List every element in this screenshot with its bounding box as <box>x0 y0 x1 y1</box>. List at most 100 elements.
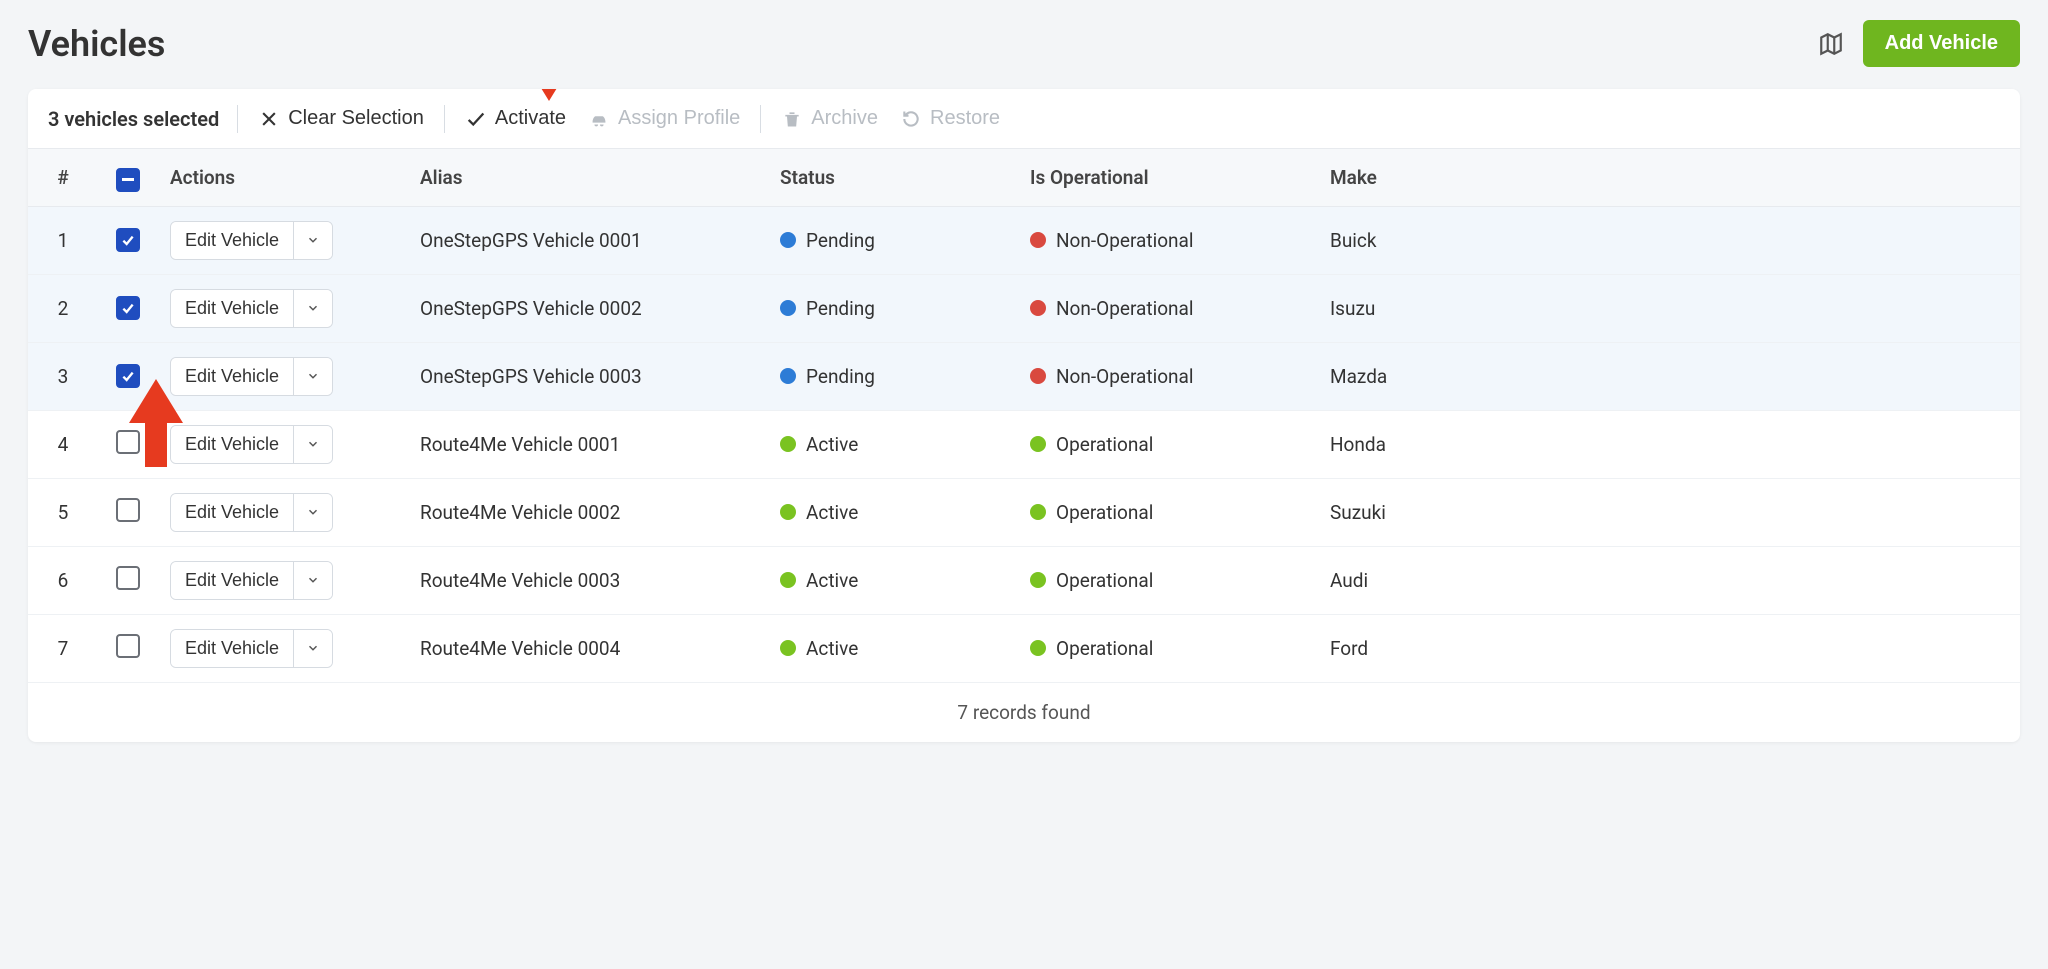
row-make: Ford <box>1318 614 2020 682</box>
select-all-checkbox[interactable] <box>116 168 140 192</box>
status-text: Pending <box>806 297 875 320</box>
status-dot-icon <box>780 368 796 384</box>
row-make: Mazda <box>1318 342 2020 410</box>
row-operational: Non-Operational <box>1018 206 1318 274</box>
col-checkbox <box>98 149 158 206</box>
edit-vehicle-dropdown[interactable] <box>293 630 332 667</box>
row-operational: Operational <box>1018 410 1318 478</box>
row-checkbox[interactable] <box>116 566 140 590</box>
chevron-down-icon <box>306 369 320 383</box>
edit-vehicle-group: Edit Vehicle <box>170 357 333 396</box>
edit-vehicle-button[interactable]: Edit Vehicle <box>171 290 293 327</box>
restore-icon <box>900 108 922 130</box>
edit-vehicle-group: Edit Vehicle <box>170 561 333 600</box>
edit-vehicle-button[interactable]: Edit Vehicle <box>171 426 293 463</box>
restore-label: Restore <box>930 107 1000 130</box>
edit-vehicle-group: Edit Vehicle <box>170 221 333 260</box>
edit-vehicle-dropdown[interactable] <box>293 494 332 531</box>
row-checkbox[interactable] <box>116 634 140 658</box>
edit-vehicle-dropdown[interactable] <box>293 358 332 395</box>
row-operational: Operational <box>1018 478 1318 546</box>
page-title: Vehicles <box>28 23 165 65</box>
selection-count: 3 vehicles selected <box>48 107 219 131</box>
map-icon[interactable] <box>1817 30 1845 58</box>
operational-text: Non-Operational <box>1056 297 1193 320</box>
table-row: 6Edit VehicleRoute4Me Vehicle 0003Active… <box>28 546 2020 614</box>
operational-text: Operational <box>1056 501 1153 524</box>
row-actions: Edit Vehicle <box>158 546 408 614</box>
table-row: 7Edit VehicleRoute4Me Vehicle 0004Active… <box>28 614 2020 682</box>
row-status: Active <box>768 614 1018 682</box>
operational-dot-icon <box>1030 368 1046 384</box>
clear-selection-button[interactable]: Clear Selection <box>256 103 426 134</box>
status-text: Pending <box>806 229 875 252</box>
row-alias: OneStepGPS Vehicle 0002 <box>408 274 768 342</box>
edit-vehicle-dropdown[interactable] <box>293 562 332 599</box>
status-dot-icon <box>780 504 796 520</box>
status-text: Active <box>806 501 858 524</box>
separator <box>444 105 445 133</box>
row-actions: Edit Vehicle <box>158 274 408 342</box>
operational-dot-icon <box>1030 232 1046 248</box>
row-alias: Route4Me Vehicle 0003 <box>408 546 768 614</box>
archive-label: Archive <box>811 107 878 130</box>
assign-profile-button[interactable]: Assign Profile <box>586 103 742 134</box>
close-icon <box>258 108 280 130</box>
col-actions[interactable]: Actions <box>158 149 408 206</box>
row-alias: OneStepGPS Vehicle 0001 <box>408 206 768 274</box>
row-number: 6 <box>28 546 98 614</box>
row-status: Active <box>768 410 1018 478</box>
row-checkbox[interactable] <box>116 498 140 522</box>
restore-button[interactable]: Restore <box>898 103 1002 134</box>
row-checkbox[interactable] <box>116 296 140 320</box>
status-dot-icon <box>780 232 796 248</box>
status-text: Active <box>806 637 858 660</box>
row-make: Isuzu <box>1318 274 2020 342</box>
row-alias: Route4Me Vehicle 0001 <box>408 410 768 478</box>
status-text: Pending <box>806 365 875 388</box>
col-number[interactable]: # <box>28 149 98 206</box>
row-operational: Non-Operational <box>1018 274 1318 342</box>
chevron-down-icon <box>306 233 320 247</box>
separator <box>237 105 238 133</box>
row-number: 2 <box>28 274 98 342</box>
col-alias[interactable]: Alias <box>408 149 768 206</box>
edit-vehicle-button[interactable]: Edit Vehicle <box>171 358 293 395</box>
edit-vehicle-group: Edit Vehicle <box>170 425 333 464</box>
col-status[interactable]: Status <box>768 149 1018 206</box>
edit-vehicle-button[interactable]: Edit Vehicle <box>171 494 293 531</box>
row-operational: Non-Operational <box>1018 342 1318 410</box>
row-number: 4 <box>28 410 98 478</box>
col-operational[interactable]: Is Operational <box>1018 149 1318 206</box>
clear-selection-label: Clear Selection <box>288 107 424 130</box>
activate-button[interactable]: Activate <box>463 103 568 134</box>
table-row: 4 Edit Vehicle Route4Me Vehicle 0001Active… <box>28 410 2020 478</box>
row-checkbox[interactable] <box>116 430 140 454</box>
chevron-down-icon <box>306 505 320 519</box>
row-checkbox[interactable] <box>116 228 140 252</box>
vehicle-profile-icon <box>588 108 610 130</box>
status-dot-icon <box>780 572 796 588</box>
status-dot-icon <box>780 436 796 452</box>
chevron-down-icon <box>306 573 320 587</box>
row-actions: Edit Vehicle <box>158 206 408 274</box>
row-operational: Operational <box>1018 546 1318 614</box>
edit-vehicle-button[interactable]: Edit Vehicle <box>171 630 293 667</box>
row-status: Pending <box>768 342 1018 410</box>
vehicles-panel: 3 vehicles selected Clear Selection Acti… <box>28 89 2020 742</box>
col-make[interactable]: Make <box>1318 149 2020 206</box>
edit-vehicle-button[interactable]: Edit Vehicle <box>171 222 293 259</box>
edit-vehicle-dropdown[interactable] <box>293 426 332 463</box>
edit-vehicle-button[interactable]: Edit Vehicle <box>171 562 293 599</box>
edit-vehicle-dropdown[interactable] <box>293 290 332 327</box>
operational-dot-icon <box>1030 572 1046 588</box>
add-vehicle-button[interactable]: Add Vehicle <box>1863 20 2020 67</box>
row-checkbox-cell <box>98 342 158 410</box>
check-icon <box>465 108 487 130</box>
row-checkbox[interactable] <box>116 364 140 388</box>
archive-button[interactable]: Archive <box>779 103 880 134</box>
vehicles-table: # Actions Alias Status Is Operational Ma… <box>28 149 2020 683</box>
separator <box>760 105 761 133</box>
edit-vehicle-dropdown[interactable] <box>293 222 332 259</box>
row-number: 5 <box>28 478 98 546</box>
